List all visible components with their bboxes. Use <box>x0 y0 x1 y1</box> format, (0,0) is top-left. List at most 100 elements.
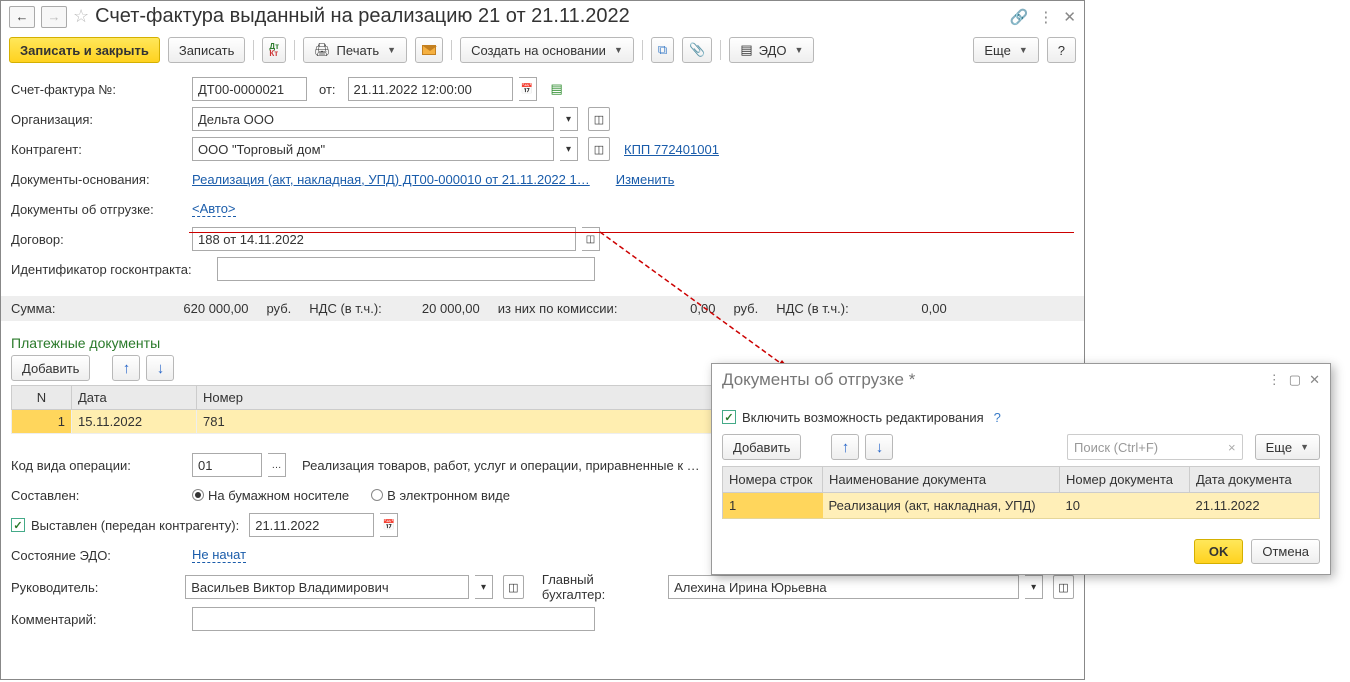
accountant-label: Главный бухгалтер: <box>542 572 656 602</box>
issued-calendar-icon[interactable]: 📅 <box>380 513 398 537</box>
basis-link[interactable]: Реализация (акт, накладная, УПД) ДТ00-00… <box>192 172 590 187</box>
vat2-value: 0,00 <box>867 301 947 316</box>
popup-close-icon[interactable]: ✕ <box>1309 372 1320 388</box>
composed-paper-radio[interactable]: На бумажном носителе <box>192 488 349 503</box>
edo-state-label: Состояние ЭДО: <box>11 548 186 563</box>
more-icon[interactable]: ⋮ <box>1038 8 1053 26</box>
counter-input[interactable]: ООО "Торговый дом" <box>192 137 554 161</box>
kpp-link[interactable]: КПП 772401001 <box>624 142 719 157</box>
popup-enable-label: Включить возможность редактирования <box>742 410 984 425</box>
shipment-label: Документы об отгрузке: <box>11 202 186 217</box>
save-close-button[interactable]: Записать и закрыть <box>9 37 160 63</box>
code-label: Код вида операции: <box>11 458 186 473</box>
counter-dropdown[interactable]: ▾ <box>560 137 578 161</box>
vat-value: 20 000,00 <box>400 301 480 316</box>
comment-input[interactable] <box>192 607 595 631</box>
pay-add-button[interactable]: Добавить <box>11 355 90 381</box>
popup-search-input[interactable]: Поиск (Ctrl+F)× <box>1067 434 1243 460</box>
popup-maximize-icon[interactable]: ▢ <box>1289 372 1301 388</box>
head-label: Руководитель: <box>11 580 179 595</box>
clear-icon[interactable]: × <box>1228 440 1236 455</box>
popup-more-icon[interactable]: ⋮ <box>1268 372 1281 388</box>
shipment-link[interactable]: <Авто> <box>192 201 236 217</box>
contract-input[interactable]: 188 от 14.11.2022 <box>192 227 576 251</box>
sum-row: Сумма: 620 000,00 руб. НДС (в т.ч.): 20 … <box>1 296 1084 321</box>
goscontract-label: Идентификатор госконтракта: <box>11 262 211 277</box>
comm-value: 0,00 <box>635 301 715 316</box>
more-button[interactable]: Еще▼ <box>973 37 1038 63</box>
head-input[interactable]: Васильев Виктор Владимирович <box>185 575 469 599</box>
accountant-dropdown[interactable]: ▾ <box>1025 575 1042 599</box>
issued-date-input[interactable]: 21.11.2022 <box>249 513 374 537</box>
shipment-popup: Документы об отгрузке * ⋮ ▢ ✕ ✓ Включить… <box>711 363 1331 575</box>
counter-open[interactable]: ◫ <box>588 137 610 161</box>
org-dropdown[interactable]: ▾ <box>560 107 578 131</box>
favorite-icon[interactable]: ☆ <box>73 6 89 27</box>
calendar-icon[interactable]: 📅 <box>519 77 537 101</box>
vat2-label: НДС (в т.ч.): <box>776 301 849 316</box>
popup-title: Документы об отгрузке * <box>722 370 1260 390</box>
code-desc: Реализация товаров, работ, услуг и опера… <box>302 458 700 473</box>
related-button[interactable]: ⧉ <box>651 37 674 63</box>
help-icon[interactable]: ? <box>994 410 1001 425</box>
toolbar: Записать и закрыть Записать ДтКт 🖨 Печат… <box>1 32 1084 68</box>
composed-elec-radio[interactable]: В электронном виде <box>371 488 510 503</box>
issued-label: Выставлен (передан контрагенту): <box>31 518 239 533</box>
number-input[interactable]: ДТ00-0000021 <box>192 77 307 101</box>
popup-enable-checkbox[interactable]: ✓ <box>722 410 736 424</box>
accountant-input[interactable]: Алехина Ирина Юрьевна <box>668 575 1019 599</box>
link-icon[interactable]: 🔗 <box>1010 8 1029 26</box>
attach-button[interactable]: 📎 <box>682 37 712 63</box>
popup-cancel-button[interactable]: Отмена <box>1251 539 1320 564</box>
counter-label: Контрагент: <box>11 142 186 157</box>
number-label: Счет-фактура №: <box>11 82 186 97</box>
move-up-button[interactable]: ↑ <box>112 355 140 381</box>
popup-table: Номера строк Наименование документа Номе… <box>722 466 1320 519</box>
mail-icon <box>422 45 436 55</box>
contract-open[interactable]: ◫ <box>582 227 600 251</box>
pay-section-title: Платежные документы <box>11 335 1074 351</box>
org-open[interactable]: ◫ <box>588 107 610 131</box>
issued-checkbox[interactable]: ✓ <box>11 518 25 532</box>
popup-more-button[interactable]: Еще▼ <box>1255 434 1320 460</box>
nav-forward-button[interactable]: → <box>41 6 67 28</box>
popup-move-down[interactable]: ↓ <box>865 434 893 460</box>
goscontract-input[interactable] <box>217 257 595 281</box>
org-label: Организация: <box>11 112 186 127</box>
titlebar: ← → ☆ Счет-фактура выданный на реализаци… <box>1 1 1084 32</box>
head-open[interactable]: ◫ <box>503 575 524 599</box>
org-input[interactable]: Дельта ООО <box>192 107 554 131</box>
red-underline <box>189 232 1074 233</box>
edo-button[interactable]: ▤ ЭДО▼ <box>729 37 814 63</box>
from-label: от: <box>319 82 336 97</box>
popup-move-up[interactable]: ↑ <box>831 434 859 460</box>
save-button[interactable]: Записать <box>168 37 246 63</box>
comm-label: из них по комиссии: <box>498 301 618 316</box>
popup-add-button[interactable]: Добавить <box>722 434 801 460</box>
accountant-open[interactable]: ◫ <box>1053 575 1074 599</box>
date-input[interactable]: 21.11.2022 12:00:00 <box>348 77 513 101</box>
main-window: ← → ☆ Счет-фактура выданный на реализаци… <box>0 0 1085 680</box>
sum-value: 620 000,00 <box>73 301 248 316</box>
dt-kt-button[interactable]: ДтКт <box>262 37 286 63</box>
code-select[interactable]: … <box>268 453 286 477</box>
create-based-button[interactable]: Создать на основании▼ <box>460 37 634 63</box>
head-dropdown[interactable]: ▾ <box>475 575 492 599</box>
page-title: Счет-фактура выданный на реализацию 21 о… <box>95 5 1004 28</box>
status-icon[interactable]: ▤ <box>551 81 563 97</box>
close-icon[interactable]: ✕ <box>1063 8 1076 26</box>
table-row[interactable]: 1 Реализация (акт, накладная, УПД) 10 21… <box>723 493 1320 519</box>
move-down-button[interactable]: ↓ <box>146 355 174 381</box>
help-button[interactable]: ? <box>1047 37 1076 63</box>
print-button[interactable]: 🖨 Печать▼ <box>303 37 407 63</box>
popup-ok-button[interactable]: OK <box>1194 539 1244 564</box>
comment-label: Комментарий: <box>11 612 186 627</box>
basis-label: Документы-основания: <box>11 172 186 187</box>
col-date: Дата <box>72 386 197 410</box>
code-input[interactable]: 01 <box>192 453 262 477</box>
mail-button[interactable] <box>415 37 443 63</box>
edo-state-link[interactable]: Не начат <box>192 547 246 563</box>
vat-label: НДС (в т.ч.): <box>309 301 382 316</box>
nav-back-button[interactable]: ← <box>9 6 35 28</box>
change-link[interactable]: Изменить <box>616 172 675 187</box>
